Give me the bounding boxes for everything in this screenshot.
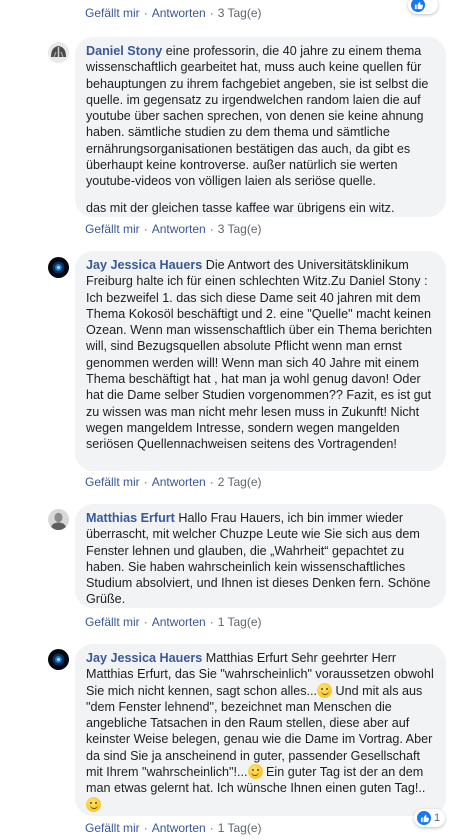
comment-bubble: Daniel Stony eine professorin, die 40 ja… [75,37,446,217]
separator: · [209,475,214,489]
comment-actions: Gefällt mir · Antworten · 1 Tag(e) [85,614,262,630]
reply-link[interactable]: Antworten [152,221,206,237]
smiley-emoji-icon [317,682,333,698]
comment-author[interactable]: Daniel Stony [86,44,162,58]
comment-author[interactable]: Matthias Erfurt [86,511,175,525]
like-link[interactable]: Gefällt mir [85,474,140,490]
separator: · [143,6,148,20]
avatar[interactable] [48,509,69,530]
helmet-avatar-icon [48,42,69,63]
timestamp[interactable]: 3 Tag(e) [218,221,262,237]
like-icon [417,811,431,825]
galaxy-avatar-icon [48,649,69,670]
avatar[interactable] [48,257,69,278]
like-icon [411,0,425,12]
comment-bubble: Jay Jessica Hauers Die Antwort des Unive… [75,251,446,471]
galaxy-avatar-icon [48,257,69,278]
comment-actions: Gefällt mir · Antworten · 2 Tag(e) [85,474,262,490]
reaction-count-badge[interactable] [408,0,438,14]
separator: · [209,6,214,20]
separator: · [143,615,148,629]
comment-text: Jay Jessica Hauers Die Antwort des Unive… [86,257,435,453]
portrait-avatar-icon [48,509,69,530]
comment-text: Matthias Erfurt Hallo Frau Hauers, ich b… [86,510,435,608]
comment-actions: Gefällt mir · Antworten · 1 Tag(e) [85,820,262,836]
reply-link[interactable]: Antworten [152,474,206,490]
comment-text: Jay Jessica Hauers Matthias Erfurt Sehr … [86,650,435,813]
reply-link[interactable]: Antworten [152,5,206,21]
timestamp[interactable]: 1 Tag(e) [218,820,262,836]
reply-link[interactable]: Antworten [152,614,206,630]
like-link[interactable]: Gefällt mir [85,221,140,237]
separator: · [143,222,148,236]
comment-author[interactable]: Jay Jessica Hauers [86,651,202,665]
comment-text: Daniel Stony eine professorin, die 40 ja… [86,43,435,216]
smiley-emoji-icon [247,764,263,780]
separator: · [209,615,214,629]
timestamp[interactable]: 2 Tag(e) [218,474,262,490]
reaction-count: 1 [434,811,441,824]
comment-paragraph: Die Antwort des Universitätsklinikum Fre… [86,258,433,452]
comment-bubble: Matthias Erfurt Hallo Frau Hauers, ich b… [75,504,446,608]
avatar[interactable] [48,649,69,670]
comment-paragraph: das mit der gleichen tasse kaffee war üb… [86,200,395,215]
comment-bubble: Jay Jessica Hauers Matthias Erfurt Sehr … [75,644,446,816]
timestamp[interactable]: 1 Tag(e) [218,614,262,630]
comment-paragraph: Hallo Frau Hauers, ich bin immer wieder … [86,511,431,607]
like-link[interactable]: Gefällt mir [85,5,140,21]
like-link[interactable]: Gefällt mir [85,614,140,630]
separator: · [143,475,148,489]
avatar[interactable] [48,42,69,63]
reaction-count-badge[interactable]: 1 [414,809,446,827]
separator: · [143,821,148,835]
separator: · [209,222,214,236]
timestamp[interactable]: 3 Tag(e) [218,5,262,21]
comment-actions: Gefällt mir · Antworten · 3 Tag(e) [85,5,262,21]
reply-link[interactable]: Antworten [152,820,206,836]
comment-actions: Gefällt mir · Antworten · 3 Tag(e) [85,221,262,237]
like-link[interactable]: Gefällt mir [85,820,140,836]
comment-paragraph: eine professorin, die 40 jahre zu einem … [86,44,429,189]
separator: · [209,821,214,835]
smiley-emoji-icon [86,796,101,812]
comment-author[interactable]: Jay Jessica Hauers [86,258,202,272]
